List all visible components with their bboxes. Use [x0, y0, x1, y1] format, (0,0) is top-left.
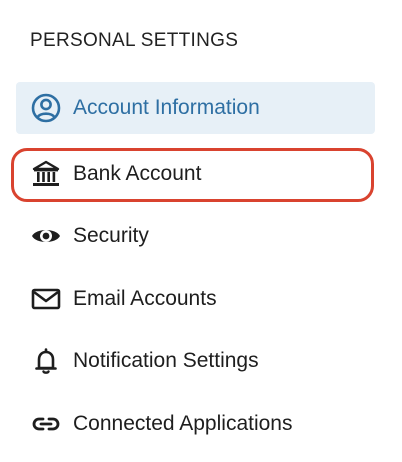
nav-item-label: Notification Settings: [73, 349, 259, 372]
bell-icon: [30, 345, 62, 377]
nav-item-label: Connected Applications: [73, 412, 293, 435]
nav-item-label: Bank Account: [73, 162, 202, 185]
nav-item-email-accounts[interactable]: Email Accounts: [16, 273, 375, 325]
nav-item-label: Account Information: [73, 96, 260, 119]
nav-item-label: Email Accounts: [73, 287, 217, 310]
link-icon: [30, 408, 62, 440]
nav-item-connected-applications[interactable]: Connected Applications: [16, 398, 375, 450]
section-title: PERSONAL SETTINGS: [30, 30, 239, 51]
bank-icon: [30, 158, 62, 190]
account-circle-icon: [30, 92, 62, 124]
nav-item-account-information[interactable]: Account Information: [16, 82, 375, 134]
nav-item-security[interactable]: Security: [16, 210, 375, 262]
nav-item-label: Security: [73, 224, 149, 247]
nav-item-notification-settings[interactable]: Notification Settings: [16, 335, 375, 387]
nav-item-bank-account[interactable]: Bank Account: [16, 148, 375, 200]
eye-icon: [30, 220, 62, 252]
envelope-icon: [30, 283, 62, 315]
